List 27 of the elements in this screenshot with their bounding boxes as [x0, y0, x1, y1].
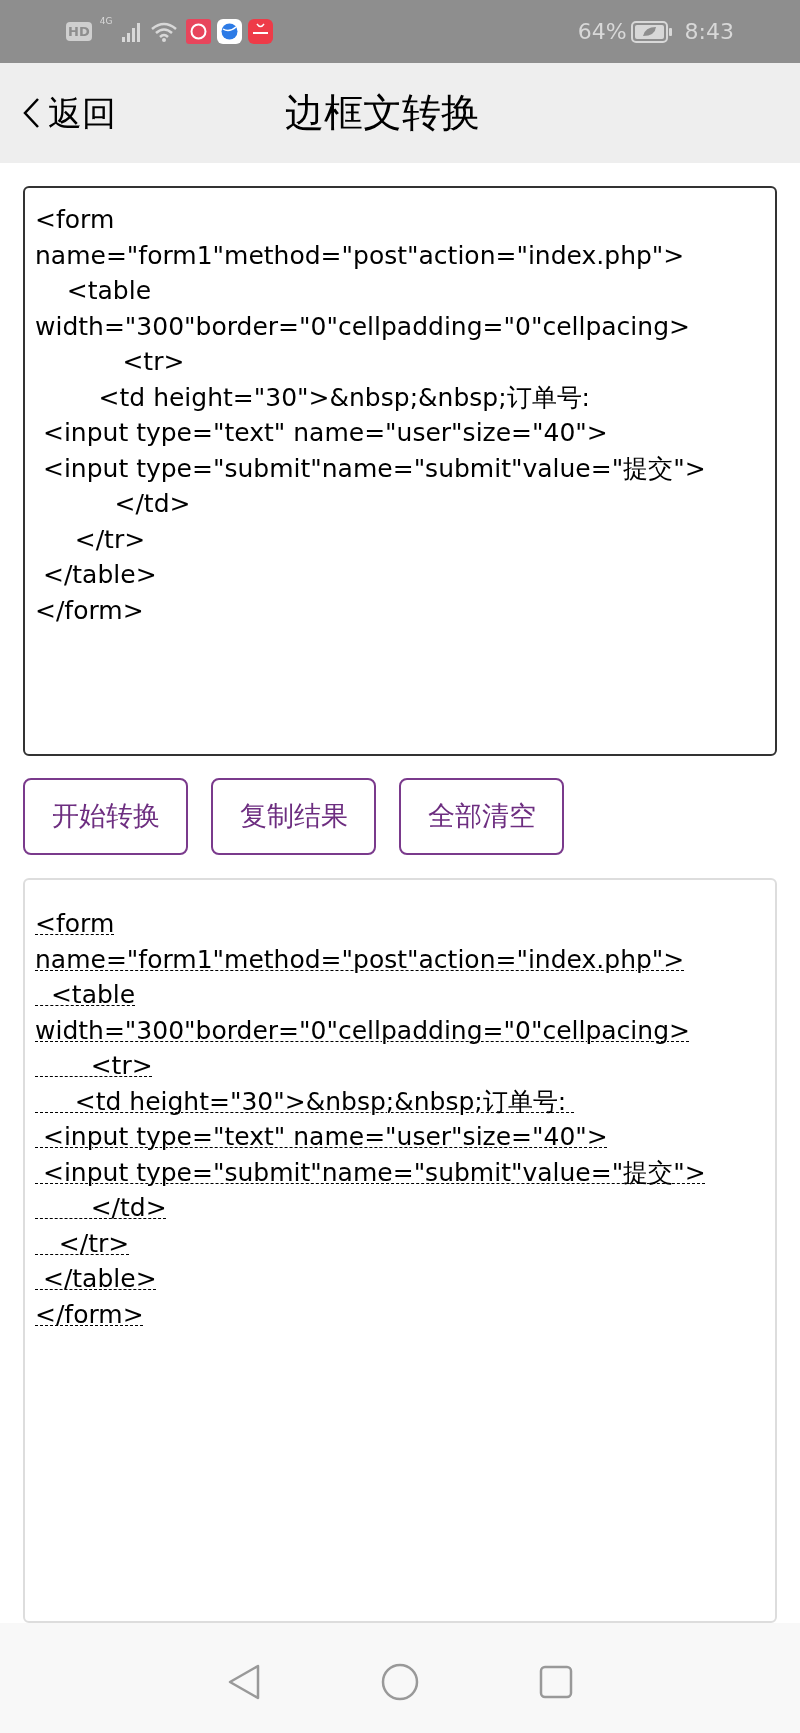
home-nav-icon[interactable] [381, 1663, 419, 1701]
output-line: </td> [89, 1192, 167, 1224]
clock-time: 8:43 [684, 18, 734, 46]
wifi-icon [150, 20, 179, 43]
output-line: <input type="submit"name="submit"value="提交"> [41, 1156, 706, 1189]
action-button[interactable]: 复制结果 [211, 778, 376, 855]
output-line: name="form1"method="post"action="index.php"> [35, 943, 685, 976]
recents-nav-icon[interactable] [539, 1665, 573, 1699]
action-button[interactable]: 全部清空 [399, 778, 564, 855]
output-line: <form [35, 908, 115, 940]
battery-percent: 64% [577, 18, 627, 46]
page-title: 边框文转换 [285, 88, 480, 137]
output-line: width="300"border="0"cellpadding="0"cellpacing> [35, 1014, 690, 1047]
battery-icon [630, 20, 673, 43]
input-field[interactable]: <form name="form1"method="post"action="index.php"> <table width="300"border="0"cellpadding="0"cellpacing> <tr> <td height="30">&nbsp;&nbsp;订单号: <input type="text" name="user"size="40"> <input type="submit"name="submit"value="提交"> </td> </tr> </table> </form> [23, 186, 777, 756]
back-icon [22, 97, 40, 129]
app-icon [186, 19, 212, 44]
back-nav-icon[interactable] [227, 1664, 261, 1700]
globe-icon [217, 19, 243, 44]
output-line: </form> [35, 1298, 144, 1331]
network-type: 4G [99, 16, 113, 26]
output-line: <table [49, 979, 136, 1011]
action-button[interactable]: 开始转换 [23, 778, 188, 855]
back-button[interactable]: 返回 [22, 87, 116, 139]
app-icon [248, 19, 274, 44]
output-line: <tr> [89, 1050, 153, 1082]
hd-badge: HD [66, 21, 92, 42]
